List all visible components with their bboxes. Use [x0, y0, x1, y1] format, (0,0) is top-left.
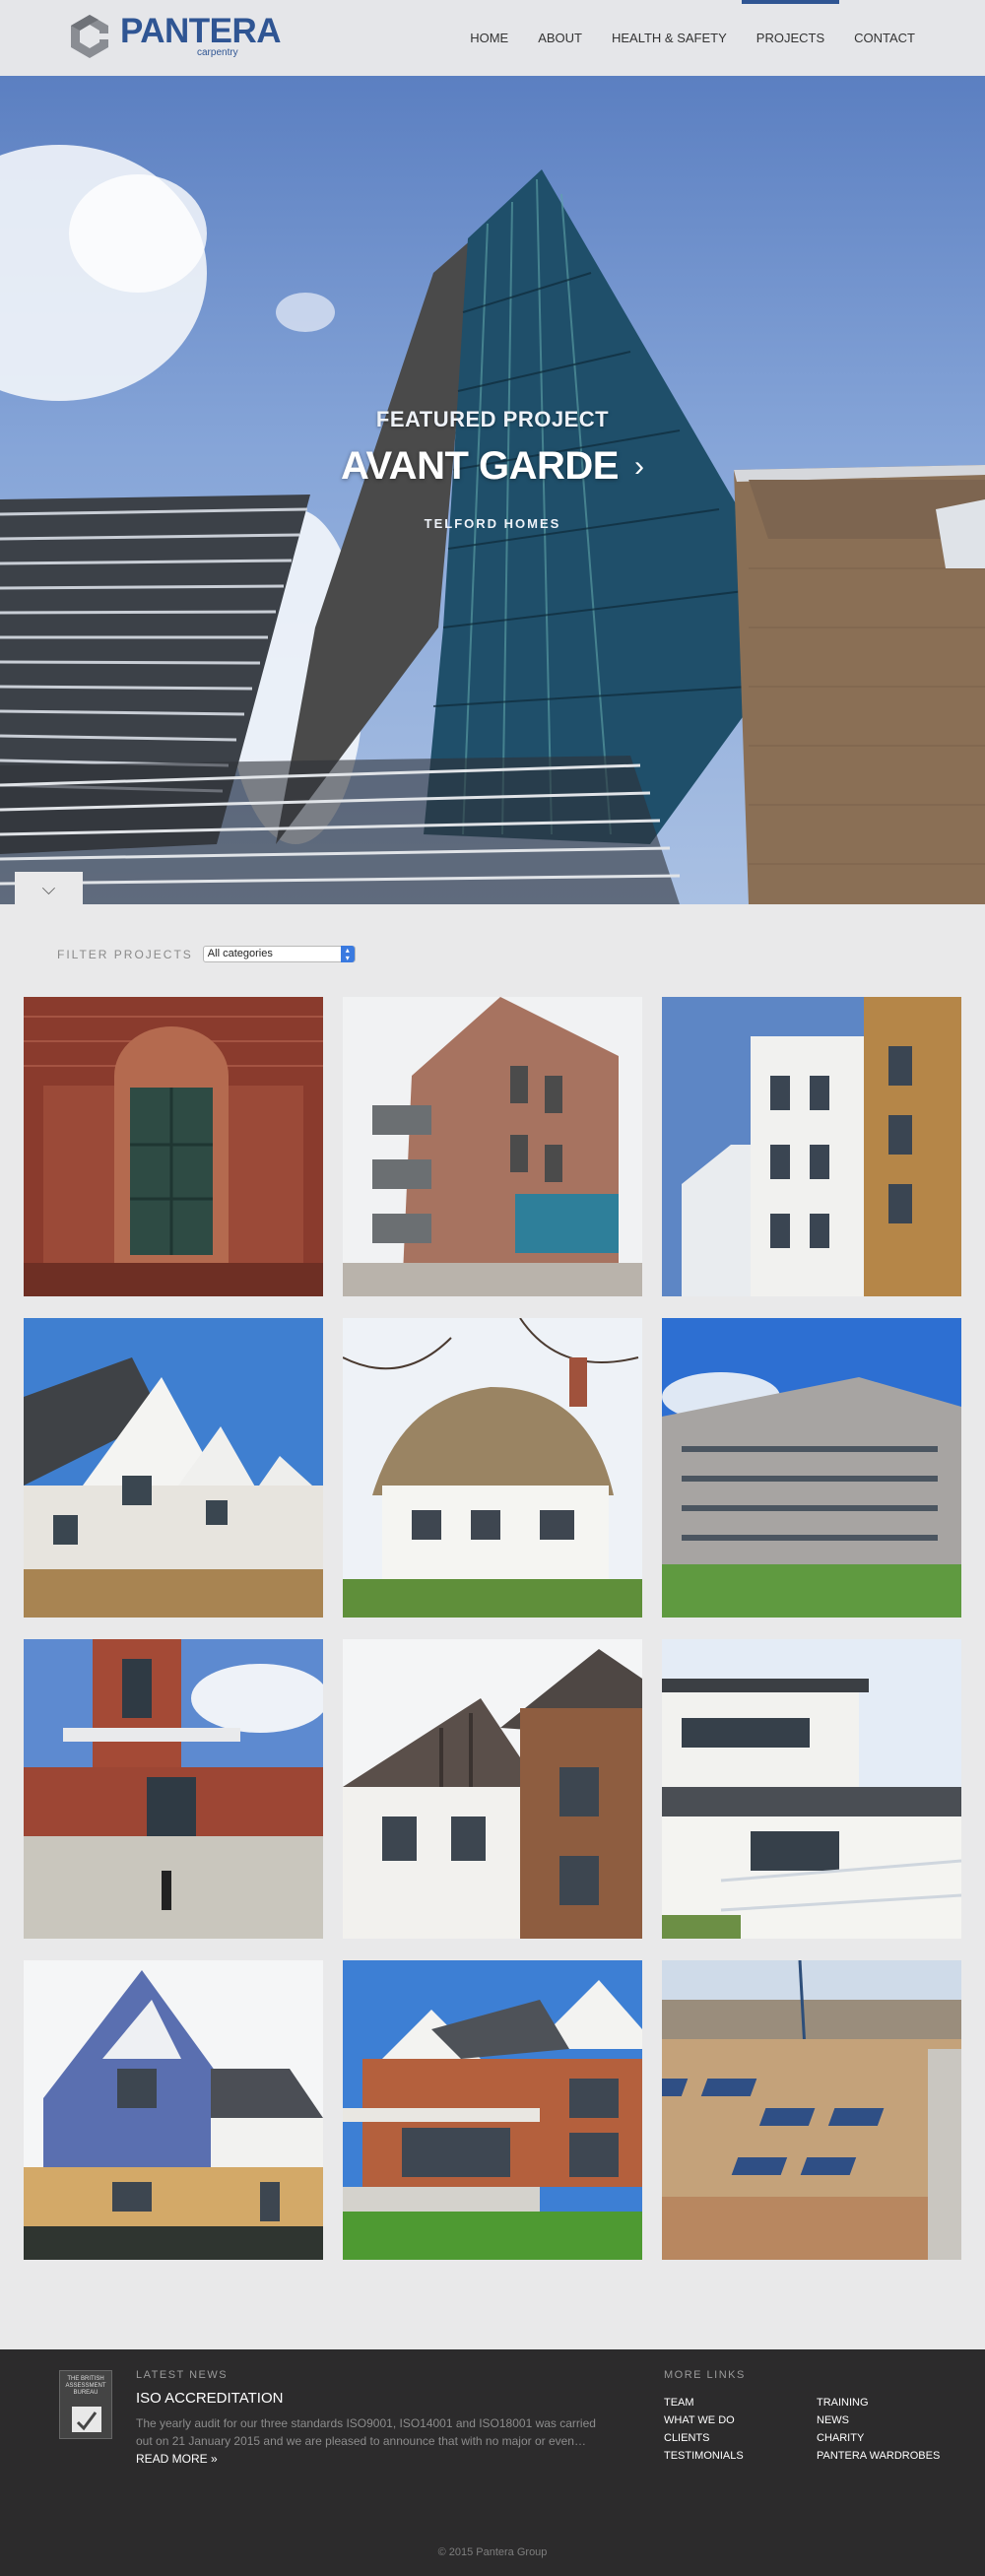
project-tile-8[interactable] — [343, 1639, 642, 1939]
hero-kicker: FEATURED PROJECT — [375, 407, 610, 431]
chevron-down-icon: ⌵ — [41, 878, 56, 898]
project-image — [343, 1318, 642, 1618]
logo-hexagon-icon — [71, 15, 108, 58]
link-clients[interactable]: CLIENTS — [664, 2432, 817, 2444]
nav-health-safety[interactable]: HEALTH & SAFETY — [597, 0, 742, 76]
project-image — [343, 1960, 642, 2260]
news-title[interactable]: ISO ACCREDITATION — [136, 2390, 599, 2407]
assessment-bureau-badge: THE BRITISH ASSESSMENT BUREAU — [59, 2370, 112, 2439]
site-footer: THE BRITISH ASSESSMENT BUREAU LATEST NEW… — [0, 2349, 985, 2576]
project-tile-9[interactable] — [662, 1639, 961, 1939]
project-tile-3[interactable] — [662, 997, 961, 1296]
project-image — [662, 1318, 961, 1618]
link-news[interactable]: NEWS — [817, 2414, 964, 2426]
project-image — [24, 997, 323, 1296]
latest-news: LATEST NEWS ISO ACCREDITATION The yearly… — [136, 2369, 599, 2468]
project-image — [24, 1318, 323, 1618]
project-tile-1[interactable] — [24, 997, 323, 1296]
project-image — [343, 997, 642, 1296]
link-team[interactable]: TEAM — [664, 2397, 817, 2409]
project-tile-5[interactable] — [343, 1318, 642, 1618]
links-kicker: MORE LINKS — [664, 2369, 746, 2381]
featured-project-hero: FEATURED PROJECT AVANT GARDE › TELFORD H… — [0, 76, 985, 904]
project-tile-10[interactable] — [24, 1960, 323, 2260]
link-training[interactable]: TRAINING — [817, 2397, 964, 2409]
brand-name: PANTERA — [120, 12, 282, 50]
link-what-we-do[interactable]: WHAT WE DO — [664, 2414, 817, 2426]
chevron-right-icon[interactable]: › — [634, 451, 644, 482]
news-kicker: LATEST NEWS — [136, 2369, 229, 2381]
scroll-down-button[interactable]: ⌵ — [15, 872, 83, 904]
links-list: TEAM TRAINING WHAT WE DO NEWS CLIENTS CH… — [664, 2397, 959, 2462]
project-tile-6[interactable] — [662, 1318, 961, 1618]
category-select-value: All categories — [207, 948, 273, 959]
project-image — [343, 1639, 642, 1939]
project-image — [662, 1639, 961, 1939]
project-tile-7[interactable] — [24, 1639, 323, 1939]
project-image — [662, 1960, 961, 2260]
select-arrows-icon: ▴ ▾ — [340, 946, 355, 962]
hero-client: TELFORD HOMES — [424, 516, 561, 531]
hero-caption: FEATURED PROJECT AVANT GARDE › TELFORD H… — [0, 407, 985, 531]
more-links: MORE LINKS TEAM TRAINING WHAT WE DO NEWS… — [664, 2369, 959, 2462]
nav-about[interactable]: ABOUT — [523, 0, 597, 76]
project-image — [662, 997, 961, 1296]
nav-projects[interactable]: PROJECTS — [741, 0, 840, 76]
link-testimonials[interactable]: TESTIMONIALS — [664, 2450, 817, 2462]
nav-home[interactable]: HOME — [455, 0, 523, 76]
news-excerpt: The yearly audit for our three standards… — [136, 2416, 596, 2448]
copyright: © 2015 Pantera Group — [437, 2546, 548, 2558]
project-tile-12[interactable] — [662, 1960, 961, 2260]
news-body: The yearly audit for our three standards… — [136, 2414, 599, 2468]
hero-title-row: AVANT GARDE › — [341, 444, 644, 489]
link-charity[interactable]: CHARITY — [817, 2432, 964, 2444]
project-filter: FILTER PROJECTS All categories ▴ ▾ — [57, 946, 356, 962]
main-nav: HOME ABOUT HEALTH & SAFETY PROJECTS CONT… — [455, 0, 930, 76]
link-pantera-wardrobes[interactable]: PANTERA WARDROBES — [817, 2450, 964, 2462]
project-tile-2[interactable] — [343, 997, 642, 1296]
site-header: PANTERA carpentry HOME ABOUT HEALTH & SA… — [0, 0, 985, 76]
pantera-logo[interactable]: PANTERA carpentry — [65, 11, 282, 62]
project-tile-11[interactable] — [343, 1960, 642, 2260]
project-image — [24, 1960, 323, 2260]
filter-label: FILTER PROJECTS — [57, 947, 193, 961]
badge-check-icon — [72, 2407, 101, 2432]
category-select[interactable]: All categories ▴ ▾ — [202, 946, 356, 962]
read-more-link[interactable]: READ MORE » — [136, 2452, 218, 2466]
hero-title[interactable]: AVANT GARDE — [341, 444, 619, 489]
projects-grid — [24, 997, 961, 2260]
badge-text: THE BRITISH ASSESSMENT BUREAU — [65, 2376, 106, 2396]
project-tile-4[interactable] — [24, 1318, 323, 1618]
project-image — [24, 1639, 323, 1939]
nav-contact[interactable]: CONTACT — [839, 0, 930, 76]
